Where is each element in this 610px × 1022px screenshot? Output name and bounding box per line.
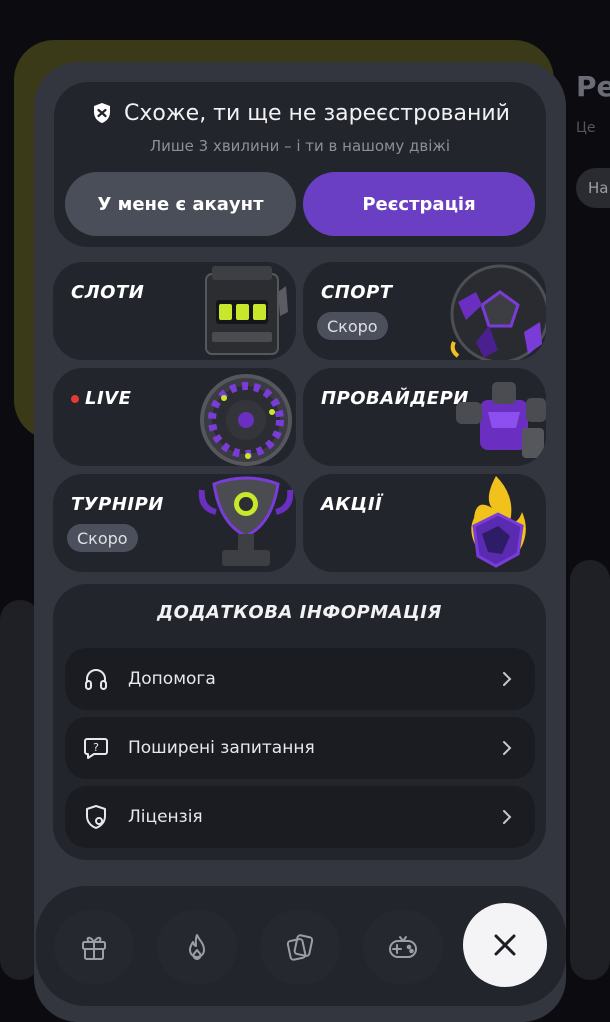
flame-icon	[189, 934, 205, 960]
tile-promos-label: АКЦІЇ	[321, 494, 383, 515]
slot-machine-icon	[205, 266, 288, 355]
coming-soon-badge: Скоро	[67, 524, 138, 552]
flaming-gem-icon	[471, 476, 526, 568]
info-row-help[interactable]: Допомога	[65, 648, 535, 710]
question-bubble-icon: ?	[81, 733, 111, 763]
close-icon	[494, 934, 516, 956]
nav-games-button[interactable]	[363, 910, 443, 984]
info-row-faq[interactable]: ? Поширені запитання	[65, 717, 535, 779]
tile-live-text: LIVE	[85, 388, 132, 409]
info-row-license[interactable]: Ліцензія	[65, 786, 535, 848]
chevron-right-icon	[503, 672, 512, 686]
tile-live[interactable]: LIVE	[53, 368, 296, 466]
chevron-right-icon	[503, 741, 512, 755]
tile-live-label: LIVE	[71, 388, 131, 409]
live-indicator-dot	[71, 394, 79, 403]
trophy-icon	[198, 476, 294, 566]
robot-golem-icon	[456, 382, 546, 458]
tile-providers[interactable]: ПРОВАЙДЕРИ	[303, 368, 546, 466]
svg-text:?: ?	[93, 741, 99, 754]
chevron-right-icon	[503, 810, 512, 824]
tile-sport[interactable]: СПОРТ Скоро	[303, 262, 546, 360]
background-card	[570, 560, 610, 980]
background-heading: Ре	[576, 70, 610, 103]
login-button[interactable]: У мене є акаунт	[65, 172, 296, 236]
shield-icon	[90, 101, 114, 125]
tile-sport-label: СПОРТ	[321, 282, 393, 303]
register-button[interactable]: Реєстрація	[303, 172, 535, 236]
tile-slots[interactable]: СЛОТИ	[53, 262, 296, 360]
registration-heading: Схоже, ти ще не зареєстрований	[90, 98, 510, 128]
nav-hot-button[interactable]	[157, 910, 237, 984]
info-row-label: Поширені запитання	[128, 738, 315, 758]
roulette-wheel-icon	[200, 374, 292, 466]
registration-subtitle: Лише 3 хвилини – і ти в нашому двіжі	[149, 137, 451, 155]
headphones-icon	[81, 664, 111, 694]
info-row-label: Ліцензія	[128, 807, 203, 827]
additional-info-title: ДОДАТКОВА ІНФОРМАЦІЯ	[157, 602, 442, 623]
tile-tournaments[interactable]: ТУРНІРИ Скоро	[53, 474, 296, 572]
gift-icon	[82, 936, 106, 960]
close-menu-button[interactable]	[463, 903, 547, 987]
cards-icon	[286, 934, 314, 961]
tile-promos[interactable]: АКЦІЇ	[303, 474, 546, 572]
registration-title: Схоже, ти ще не зареєстрований	[124, 100, 510, 126]
background-subheading: Це	[576, 120, 596, 136]
nav-cards-button[interactable]	[260, 910, 340, 984]
coming-soon-badge: Скоро	[317, 312, 388, 340]
gamepad-icon	[389, 936, 417, 958]
tile-tournaments-label: ТУРНІРИ	[71, 494, 164, 515]
info-row-label: Допомога	[128, 669, 216, 689]
soccer-ball-icon	[450, 264, 546, 360]
license-shield-icon	[81, 802, 111, 832]
nav-gift-button[interactable]	[54, 910, 134, 984]
tile-slots-label: СЛОТИ	[71, 282, 145, 303]
background-pill: На	[576, 168, 610, 208]
